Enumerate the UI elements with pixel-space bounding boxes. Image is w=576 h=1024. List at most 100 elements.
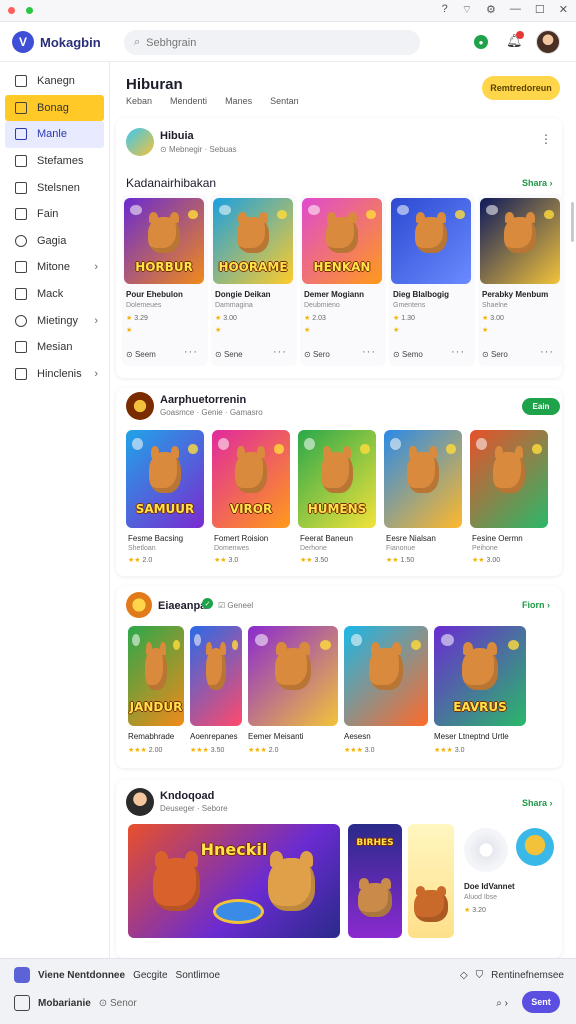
spotlight-avatar[interactable]: [126, 788, 154, 816]
creator-avatar[interactable]: [126, 392, 154, 420]
game-tile[interactable]: HENKAN: [302, 198, 382, 284]
more-icon[interactable]: ···: [540, 346, 554, 358]
game-tile[interactable]: [384, 430, 462, 528]
game-footer[interactable]: ⊙ Sero: [304, 350, 330, 359]
sidebar-item-images[interactable]: Stelsnen: [5, 174, 104, 201]
bottom-right-label[interactable]: Rentinefnemsee: [491, 970, 564, 981]
zoom-window-dot[interactable]: [26, 7, 33, 14]
chevron-right-icon: ›: [94, 367, 98, 380]
game-tile[interactable]: [190, 626, 242, 726]
sidebar-item-home[interactable]: Kanegn: [5, 68, 104, 95]
primary-action-button[interactable]: Remtredoreun: [482, 76, 560, 100]
verified-icon: ✓: [202, 598, 213, 609]
follow-button[interactable]: Eain: [522, 398, 560, 415]
game-title[interactable]: Feerat Baneun: [300, 534, 353, 543]
see-all-link[interactable]: Fiorn ›: [522, 600, 550, 610]
game-tile[interactable]: [344, 626, 428, 726]
online-status-icon[interactable]: ●: [474, 35, 488, 49]
author-avatar[interactable]: [126, 128, 154, 156]
game-tile[interactable]: [480, 198, 560, 284]
decor-orb: [532, 443, 542, 454]
collection-avatar[interactable]: [126, 592, 152, 618]
game-tile[interactable]: HUMENS: [298, 430, 376, 528]
game-title[interactable]: Eesre Nialsan: [386, 534, 436, 543]
close-window-dot[interactable]: [8, 7, 15, 14]
feature-game-tile[interactable]: Hneckil: [128, 824, 340, 938]
decor-orb: [544, 210, 554, 219]
side-game-icon[interactable]: [516, 828, 554, 866]
search-input[interactable]: [146, 36, 387, 49]
send-button[interactable]: Sent: [522, 991, 560, 1013]
sidebar-item-folder[interactable]: Hinclenis ›: [5, 361, 104, 388]
more-icon[interactable]: ···: [273, 346, 287, 358]
tab-sentan[interactable]: Sentan: [270, 96, 299, 106]
help-icon[interactable]: ?: [442, 3, 448, 17]
see-all-link[interactable]: Shara ›: [522, 178, 553, 188]
sidebar-item-list[interactable]: Fain: [5, 201, 104, 228]
sidebar-item-menu[interactable]: Mitone ›: [5, 254, 104, 281]
game-tile[interactable]: HOORAME: [213, 198, 293, 284]
app-logo[interactable]: V Mokagbin: [12, 31, 101, 53]
game-title[interactable]: Perabky Menbum: [482, 290, 548, 299]
search-icon[interactable]: ⌕ ›: [496, 998, 508, 1009]
side-game-tile-2[interactable]: [408, 824, 454, 938]
game-title[interactable]: Dieg Blalbogig: [393, 290, 449, 299]
tab-manes[interactable]: Manes: [225, 96, 252, 106]
game-title[interactable]: Meser Ltneptnd Urtle: [434, 732, 509, 741]
sidebar-item-apps[interactable]: Manle: [5, 121, 104, 148]
collection-name[interactable]: Eiaeanpa: [158, 600, 206, 612]
author-meta-text-2: Sebuas: [209, 145, 237, 154]
game-footer[interactable]: ⊙ Sene: [215, 350, 243, 359]
sidebar-item-globe[interactable]: Gagia: [5, 228, 104, 255]
bottom-link-2[interactable]: Sontlimoe: [176, 970, 220, 981]
bottom-title[interactable]: Viene Nentdonnee: [38, 970, 125, 981]
maximize-icon[interactable]: ☐: [535, 3, 545, 17]
spotlight-name[interactable]: Kndoqoad: [160, 790, 214, 802]
more-options-icon[interactable]: ⋮: [540, 132, 552, 146]
sidebar-item-settings[interactable]: Mietingy ›: [5, 307, 104, 334]
game-title[interactable]: Eemer Meisanti: [248, 732, 304, 741]
author-name[interactable]: Hibuia: [160, 130, 194, 142]
game-title[interactable]: Pour Ehebulon: [126, 290, 183, 299]
game-tile[interactable]: [248, 626, 338, 726]
game-title[interactable]: Aesesn: [344, 732, 371, 741]
more-icon[interactable]: ···: [362, 346, 376, 358]
sidebar-item-games[interactable]: Bonag: [5, 94, 104, 122]
side-game-tile-1[interactable]: BIRHES: [348, 824, 402, 938]
game-tile[interactable]: JANDUR: [128, 626, 184, 726]
more-icon[interactable]: ···: [184, 346, 198, 358]
game-title[interactable]: Remabhrade: [128, 732, 174, 741]
game-title[interactable]: Fesine Oermn: [472, 534, 523, 543]
bottom-link-1[interactable]: Gecgite: [133, 970, 167, 981]
more-icon[interactable]: ···: [451, 346, 465, 358]
game-tile[interactable]: EAVRUS: [434, 626, 526, 726]
game-footer[interactable]: ⊙ Seem: [126, 350, 156, 359]
creator-name[interactable]: Aarphuetorrenin: [160, 394, 246, 406]
sidebar-item-calendar[interactable]: Mesian: [5, 334, 104, 361]
game-tile[interactable]: [470, 430, 548, 528]
game-tile[interactable]: [391, 198, 471, 284]
settings-icon[interactable]: ⚙: [486, 3, 496, 17]
close-icon[interactable]: ✕: [559, 3, 568, 17]
game-footer[interactable]: ⊙ Sero: [482, 350, 508, 359]
minimize-icon[interactable]: —: [510, 3, 521, 17]
game-tile[interactable]: HORBUR: [124, 198, 204, 284]
game-title[interactable]: Fesme Bacsing: [128, 534, 183, 543]
game-title[interactable]: Aoenrepanes: [190, 732, 238, 741]
user-avatar[interactable]: [536, 30, 560, 54]
search-bar[interactable]: ⌕: [124, 30, 420, 55]
scrollbar-thumb[interactable]: [571, 202, 574, 242]
game-title[interactable]: Dongie Deikan: [215, 290, 271, 299]
tab-keban[interactable]: Keban: [126, 96, 152, 106]
sidebar-item-edit[interactable]: Mack: [5, 281, 104, 308]
see-all-link[interactable]: Shara ›: [522, 798, 553, 808]
side-game-title[interactable]: Doe IdVannet: [464, 882, 515, 891]
tab-mendenti[interactable]: Mendenti: [170, 96, 207, 106]
bottom-row2-label[interactable]: Mobarianie: [38, 998, 91, 1009]
game-title[interactable]: Demer Mogiann: [304, 290, 364, 299]
game-tile[interactable]: SAMUUR: [126, 430, 204, 528]
game-footer[interactable]: ⊙ Semo: [393, 350, 423, 359]
sidebar-item-store[interactable]: Stefames: [5, 148, 104, 175]
game-title[interactable]: Fomert Roision: [214, 534, 268, 543]
game-tile[interactable]: VIROR: [212, 430, 290, 528]
